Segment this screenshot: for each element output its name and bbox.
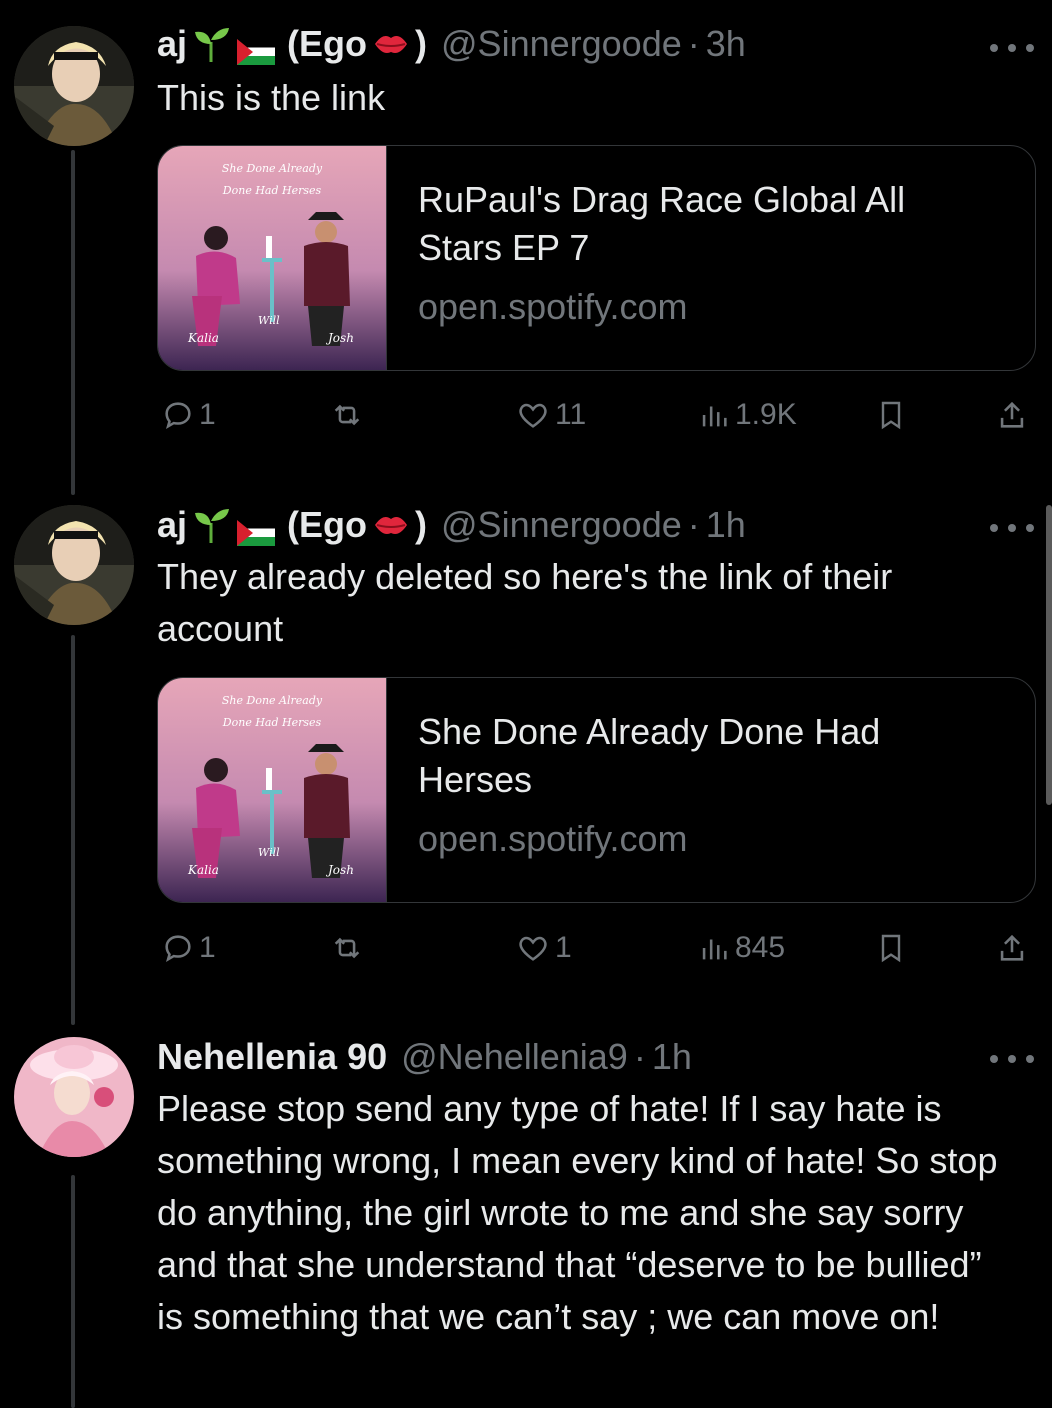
like-count: 1 (555, 931, 572, 964)
kiss-emoji (371, 24, 411, 64)
art-name-mid: Will (258, 846, 280, 859)
display-name[interactable]: aj (157, 503, 187, 547)
separator-dot: · (687, 504, 700, 545)
share-icon (1000, 934, 1024, 961)
views-icon (702, 939, 727, 960)
display-name[interactable]: Nehellenia 90 (157, 1035, 387, 1079)
repost-icon (334, 937, 360, 959)
thread-line (71, 635, 75, 1025)
tweet-header: Nehellenia 90 @Nehellenia9 · 1h (157, 1035, 692, 1079)
card-title: She Done Already Done Had Herses (418, 711, 881, 800)
more-icon[interactable] (990, 1053, 1034, 1065)
art-name-mid: Will (258, 314, 280, 327)
card-domain: open.spotify.com (418, 286, 688, 327)
palestine-flag-emoji (237, 512, 276, 546)
art-title-line1: She Done Already (222, 162, 323, 175)
reply-button[interactable]: 1 (161, 931, 216, 965)
art-name-right: Josh (325, 863, 354, 877)
timestamp[interactable]: 1h (706, 503, 746, 547)
bookmark-icon (881, 934, 901, 963)
like-button[interactable]: 11 (515, 398, 586, 432)
reply-count: 1 (199, 931, 216, 964)
tweet-1[interactable]: aj (Ego ) @Sinnergoode · 3h This is the … (0, 0, 1052, 495)
repost-button[interactable] (329, 931, 365, 965)
separator-dot: · (687, 23, 700, 64)
avatar[interactable] (14, 505, 134, 625)
action-bar: 1 1 845 (157, 931, 1037, 981)
more-icon[interactable] (990, 522, 1034, 534)
like-button[interactable]: 1 (515, 931, 572, 965)
name-suffix: (Ego (287, 504, 368, 545)
art-title-line2: Done Had Herses (222, 716, 322, 729)
views-icon (702, 406, 727, 427)
thread-line (71, 150, 75, 495)
seedling-emoji (191, 24, 231, 64)
repost-icon (334, 404, 360, 426)
heart-icon (519, 936, 547, 961)
art-name-right: Josh (325, 331, 354, 345)
name-suffix: (Ego (287, 23, 368, 64)
reply-count: 1 (199, 398, 216, 431)
avatar[interactable] (14, 26, 134, 146)
action-bar: 1 11 1.9K (157, 398, 1037, 448)
link-card[interactable]: She Done Already Done Had Herses Kalia W… (157, 145, 1036, 371)
bookmark-button[interactable] (875, 931, 907, 965)
bookmark-icon (881, 401, 901, 430)
art-name-left: Kalia (187, 331, 219, 345)
more-icon[interactable] (990, 42, 1034, 54)
thread-line (71, 1175, 75, 1408)
avatar[interactable] (14, 1037, 134, 1157)
timestamp[interactable]: 3h (706, 22, 746, 66)
tweet-header: aj (Ego ) @Sinnergoode · 1h (157, 503, 746, 547)
tweet-text: They already deleted so here's the link … (157, 556, 893, 649)
card-thumbnail: She Done Already Done Had Herses Kalia W… (158, 146, 387, 370)
scrollbar[interactable] (1046, 505, 1052, 805)
kiss-emoji (371, 505, 411, 545)
name-suffix-close: ) (415, 23, 428, 64)
handle[interactable]: @Sinnergoode (441, 22, 682, 66)
handle[interactable]: @Nehellenia9 (401, 1035, 628, 1079)
like-count: 11 (555, 398, 587, 431)
tweet-3[interactable]: Nehellenia 90 @Nehellenia9 · 1h Please s… (0, 1025, 1052, 1408)
handle[interactable]: @Sinnergoode (441, 503, 682, 547)
seedling-emoji (191, 505, 231, 545)
tweet-2[interactable]: aj (Ego ) @Sinnergoode · 1h They already… (0, 495, 1052, 1025)
repost-button[interactable] (329, 398, 365, 432)
tweet-text: Please stop send any type of hate! If I … (157, 1088, 998, 1337)
display-name[interactable]: aj (157, 22, 187, 66)
palestine-flag-emoji (237, 31, 276, 65)
bookmark-button[interactable] (875, 398, 907, 432)
share-button[interactable] (995, 931, 1029, 965)
views-count: 845 (735, 931, 786, 964)
views-count: 1.9K (735, 398, 797, 431)
link-card[interactable]: She Done Already Done Had Herses Kalia W… (157, 677, 1036, 903)
tweet-text: This is the link (157, 77, 386, 118)
separator-dot: · (633, 1036, 646, 1077)
reply-icon (165, 935, 191, 963)
card-title: RuPaul's Drag Race Global All Stars EP 7 (418, 179, 906, 268)
heart-icon (519, 403, 547, 428)
name-suffix-close: ) (415, 504, 428, 545)
share-icon (1000, 401, 1024, 428)
share-button[interactable] (995, 398, 1029, 432)
art-name-left: Kalia (187, 863, 219, 877)
reply-button[interactable]: 1 (161, 398, 216, 432)
card-thumbnail: She Done Already Done Had Herses Kalia W… (158, 678, 387, 902)
tweet-header: aj (Ego ) @Sinnergoode · 3h (157, 22, 746, 66)
views-button[interactable]: 1.9K (697, 398, 797, 432)
art-title-line2: Done Had Herses (222, 184, 322, 197)
reply-icon (165, 402, 191, 430)
views-button[interactable]: 845 (697, 931, 785, 965)
art-title-line1: She Done Already (222, 694, 323, 707)
timestamp[interactable]: 1h (652, 1035, 692, 1079)
card-domain: open.spotify.com (418, 818, 688, 859)
